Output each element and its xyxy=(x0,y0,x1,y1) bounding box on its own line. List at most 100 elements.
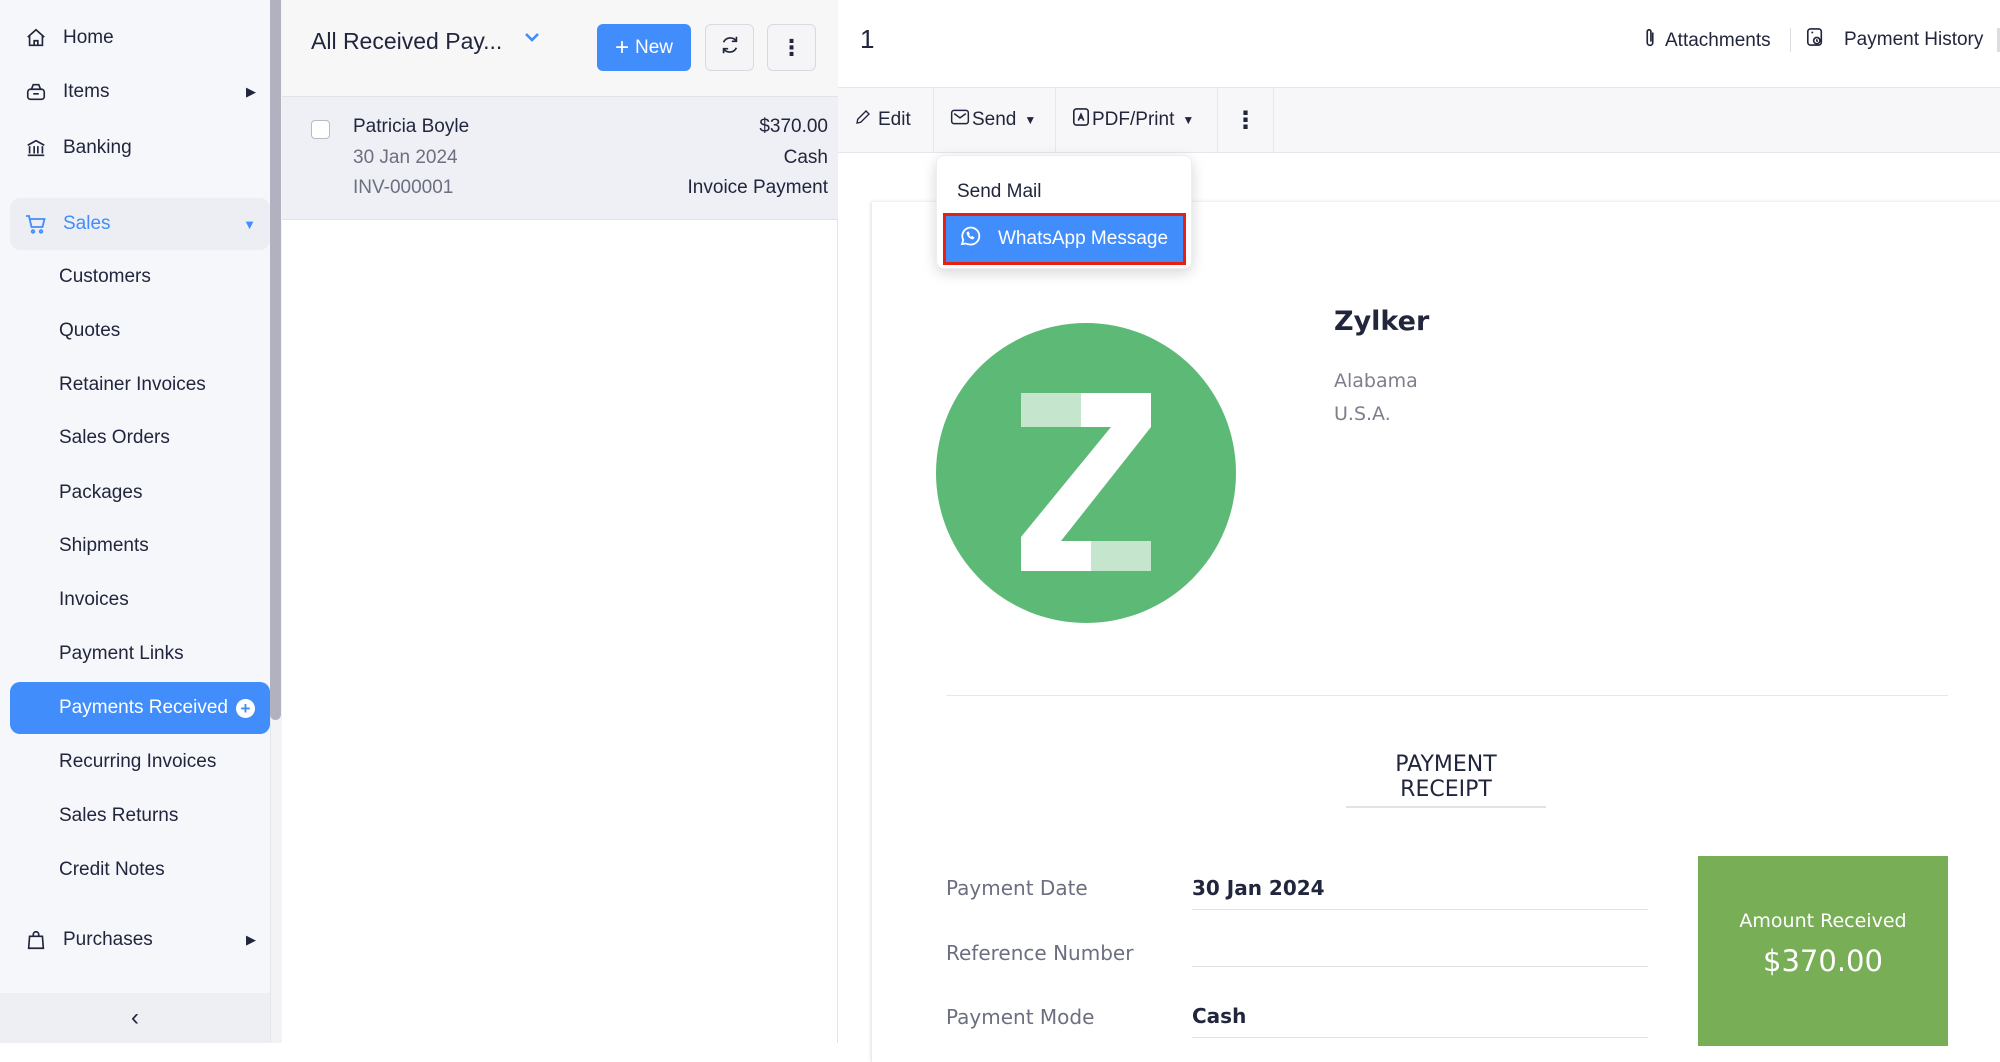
send-dropdown-menu: Send Mail WhatsApp Message xyxy=(936,155,1192,269)
payment-date: 30 Jan 2024 xyxy=(353,147,458,168)
payment-history-label: Payment History xyxy=(1844,29,1984,50)
reference-number-label: Reference Number xyxy=(946,941,1134,965)
payment-amount: $370.00 xyxy=(759,116,828,137)
sidebar-item-banking[interactable]: Banking xyxy=(10,122,270,174)
sidebar-item-retainer-invoices[interactable]: Retainer Invoices xyxy=(10,359,270,411)
sidebar-item-label: Home xyxy=(63,27,114,48)
payment-mode: Cash xyxy=(783,147,828,168)
sidebar-item-label: Packages xyxy=(59,482,143,503)
organization-logo xyxy=(935,322,1237,624)
edit-button[interactable]: Edit xyxy=(838,88,934,152)
kebab-menu-icon: ⋮ xyxy=(1233,106,1258,134)
sidebar-item-purchases[interactable]: Purchases ▶ xyxy=(10,914,270,966)
organization-name: Zylker xyxy=(1334,306,1430,337)
sidebar: Home Items ▶ Banking Sales ▼ Customers Q… xyxy=(0,0,282,1043)
header-divider xyxy=(1790,28,1791,52)
organization-country: U.S.A. xyxy=(1334,403,1391,425)
new-payment-button[interactable]: + New xyxy=(597,24,691,71)
kebab-menu-icon: ⋮ xyxy=(780,34,803,60)
chevron-right-icon: ▶ xyxy=(246,932,256,947)
send-mail-menu-item[interactable]: Send Mail xyxy=(937,174,1191,210)
sidebar-item-label: Quotes xyxy=(59,320,121,341)
edit-label: Edit xyxy=(878,109,911,130)
sidebar-item-payment-links[interactable]: Payment Links xyxy=(10,628,270,680)
chevron-left-icon: ‹ xyxy=(131,1004,139,1031)
sidebar-item-label: Sales Orders xyxy=(59,427,170,448)
payment-mode-label: Payment Mode xyxy=(946,1005,1095,1029)
pdf-icon xyxy=(1072,107,1090,133)
plus-icon: + xyxy=(614,33,629,61)
more-actions-button[interactable]: ⋮ xyxy=(1218,88,1274,152)
sidebar-item-label: Shipments xyxy=(59,535,149,556)
shopping-bag-icon xyxy=(23,927,49,953)
chevron-right-icon: ▶ xyxy=(246,84,256,99)
list-header: All Received Pay... + New ⋮ xyxy=(282,0,838,97)
bank-icon xyxy=(23,135,49,161)
sidebar-item-invoices[interactable]: Invoices xyxy=(10,574,270,626)
sidebar-item-items[interactable]: Items ▶ xyxy=(10,66,270,118)
basket-icon xyxy=(23,79,49,105)
new-button-label: New xyxy=(635,36,674,58)
payment-type: Invoice Payment xyxy=(687,177,828,198)
history-icon xyxy=(1806,27,1824,53)
sidebar-item-label: Invoices xyxy=(59,589,129,610)
pdf-print-dropdown-button[interactable]: PDF/Print ▼ xyxy=(1056,88,1218,152)
pencil-icon xyxy=(854,108,872,132)
sidebar-item-recurring-invoices[interactable]: Recurring Invoices xyxy=(10,736,270,788)
sidebar-item-label: Purchases xyxy=(63,929,153,950)
pdf-print-label: PDF/Print xyxy=(1092,109,1175,130)
add-payment-icon[interactable]: + xyxy=(235,698,255,718)
sidebar-item-payments-received[interactable]: Payments Received + xyxy=(10,682,270,734)
payment-mode-value: Cash xyxy=(1192,1004,1648,1038)
sidebar-item-sales-returns[interactable]: Sales Returns xyxy=(10,790,270,842)
sidebar-item-credit-notes[interactable]: Credit Notes xyxy=(10,844,270,896)
caret-down-icon: ▼ xyxy=(1024,113,1037,127)
chevron-down-icon: ▼ xyxy=(243,216,256,232)
refresh-button[interactable] xyxy=(705,24,754,71)
sidebar-item-label: Payment Links xyxy=(59,643,184,664)
attachments-button[interactable]: Attachments xyxy=(1643,27,1771,55)
invoice-number: INV-000001 xyxy=(353,177,454,198)
sidebar-item-shipments[interactable]: Shipments xyxy=(10,520,270,572)
paperclip-icon xyxy=(1643,27,1657,55)
sidebar-item-customers[interactable]: Customers xyxy=(10,251,270,303)
sidebar-scrollbar-thumb[interactable] xyxy=(270,0,281,720)
refresh-icon xyxy=(719,34,741,61)
payment-history-button[interactable]: Payment History xyxy=(1806,27,1983,53)
sidebar-item-packages[interactable]: Packages xyxy=(10,467,270,519)
menu-item-label: Send Mail xyxy=(957,181,1042,202)
sidebar-item-label: Credit Notes xyxy=(59,859,165,880)
send-dropdown-button[interactable]: Send ▼ xyxy=(934,88,1056,152)
reference-number-value xyxy=(1192,932,1648,967)
send-label: Send xyxy=(972,109,1017,130)
sidebar-item-label: Customers xyxy=(59,266,151,287)
detail-toolbar: Edit Send ▼ PDF/Print ▼ ⋮ xyxy=(838,87,2000,153)
attachments-label: Attachments xyxy=(1665,30,1771,51)
view-selector[interactable]: All Received Pay... xyxy=(311,28,502,55)
sidebar-item-label: Recurring Invoices xyxy=(59,751,217,772)
sidebar-item-label: Sales Returns xyxy=(59,805,179,826)
chevron-down-icon[interactable] xyxy=(524,30,540,48)
cart-icon xyxy=(23,211,49,237)
menu-item-label: WhatsApp Message xyxy=(998,228,1169,249)
home-icon xyxy=(23,25,49,51)
amount-received-box: Amount Received $370.00 xyxy=(1698,856,1948,1046)
payment-date-label: Payment Date xyxy=(946,876,1088,900)
customer-name: Patricia Boyle xyxy=(353,116,470,137)
sidebar-item-sales-orders[interactable]: Sales Orders xyxy=(10,412,270,464)
table-row[interactable]: Patricia Boyle 30 Jan 2024 INV-000001 $3… xyxy=(282,97,838,220)
whatsapp-message-menu-item[interactable]: WhatsApp Message xyxy=(943,213,1186,265)
collapse-sidebar-button[interactable]: ‹ xyxy=(0,993,270,1043)
sidebar-item-quotes[interactable]: Quotes xyxy=(10,305,270,357)
sidebar-item-sales[interactable]: Sales ▼ xyxy=(10,198,270,250)
more-options-button[interactable]: ⋮ xyxy=(767,24,816,71)
payment-number: 1 xyxy=(860,24,875,54)
envelope-icon xyxy=(950,108,970,132)
receipt-title: PAYMENT RECEIPT xyxy=(1346,752,1546,808)
receipt-divider xyxy=(946,695,1948,696)
sidebar-item-home[interactable]: Home xyxy=(10,12,270,64)
whatsapp-icon xyxy=(958,224,982,254)
sidebar-item-label: Items xyxy=(63,81,110,102)
row-checkbox[interactable] xyxy=(311,120,330,139)
sidebar-item-label: Payments Received xyxy=(59,697,228,718)
